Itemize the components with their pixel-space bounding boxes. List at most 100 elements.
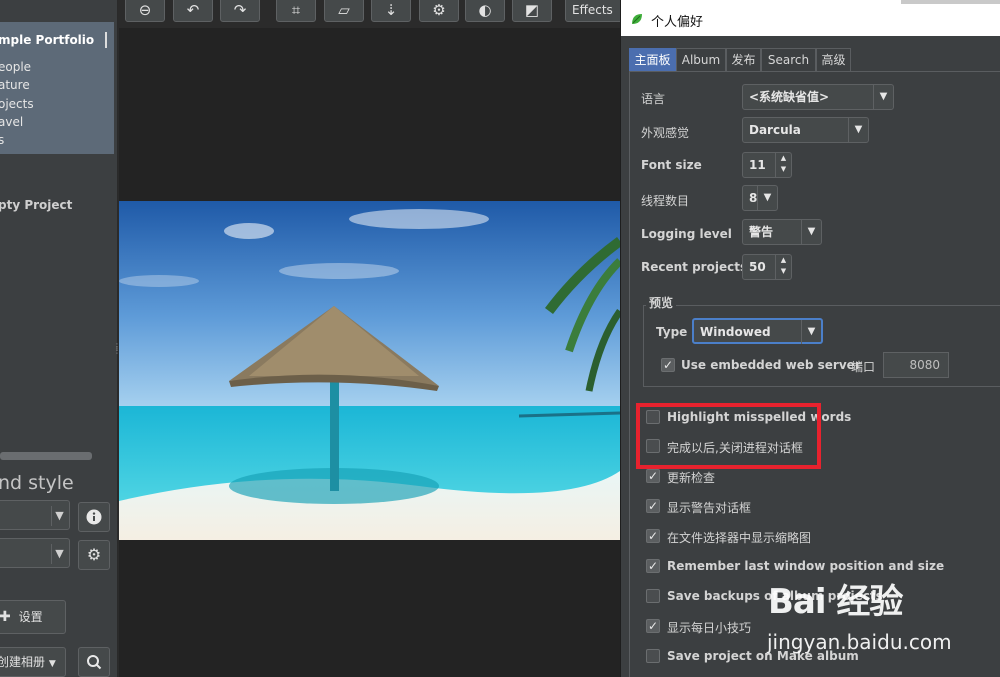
show-warnings-label: 显示警告对话框 — [667, 501, 752, 515]
tree-item-misc[interactable]: s — [0, 133, 4, 147]
tab-advanced[interactable]: 高级 — [816, 48, 851, 72]
chevron-down-icon: ▼ — [801, 220, 821, 244]
daily-tips-label: 显示每日小技巧 — [667, 621, 752, 635]
chevron-down-icon: ▼ — [757, 186, 777, 210]
chevron-down-icon: ▼ — [51, 506, 67, 526]
embedded-server-checkbox[interactable]: ✓ — [661, 358, 675, 372]
theme-settings-button[interactable]: ⚙ — [78, 540, 110, 570]
daily-tips-checkbox[interactable]: ✓ — [646, 619, 660, 633]
tree-item-travel[interactable]: avel — [0, 115, 23, 129]
show-warnings-checkbox[interactable]: ✓ — [646, 499, 660, 513]
recent-projects-label: Recent projects — [641, 260, 748, 274]
chevron-down-icon: ▼ — [873, 85, 893, 109]
remember-window-checkbox[interactable]: ✓ — [646, 559, 660, 573]
image-preview-area — [119, 28, 620, 677]
theme-dropdown[interactable]: ▼ — [0, 538, 70, 568]
spinner-arrows-icon[interactable]: ▲ ▼ — [775, 255, 791, 279]
language-select[interactable]: <系统缺省值> ▼ — [742, 84, 894, 110]
watermark-site: jingyan.baidu.com — [767, 630, 952, 654]
app-leaf-icon — [630, 11, 644, 25]
language-value: <系统缺省值> — [749, 90, 830, 104]
adjust-button[interactable]: ⚙ — [419, 0, 459, 22]
image-toolbar: ⊖ ↶ ↷ ⌗ ▱ ⇣ ⚙ ◐ ◩ Effects — [118, 0, 625, 28]
save-backups-checkbox[interactable] — [646, 589, 660, 603]
contrast-button[interactable]: ◐ — [465, 0, 505, 22]
contrast-icon: ◐ — [478, 1, 492, 19]
preview-type-select[interactable]: Windowed ▼ — [692, 318, 823, 344]
project-tree-root[interactable]: mple Portfolio — [0, 33, 94, 47]
show-thumbnails-label: 在文件选择器中显示缩略图 — [667, 531, 812, 545]
watermark-logo: Bai 经验 — [768, 582, 903, 622]
look-and-feel-label: 外观感觉 — [641, 126, 690, 140]
chevron-down-icon: ▼ — [801, 320, 821, 344]
settings-button[interactable]: ✚ 设置 — [0, 600, 66, 634]
logging-level-label: Logging level — [641, 227, 732, 241]
remember-window-label: Remember last window position and size — [667, 559, 945, 573]
annotation-highlight-box — [636, 403, 821, 469]
look-and-feel-select[interactable]: Darcula ▼ — [742, 117, 869, 143]
search-button[interactable] — [78, 647, 110, 677]
tree-item-empty-project[interactable]: pty Project — [0, 198, 72, 212]
zoom-out-button[interactable]: ⊖ — [125, 0, 165, 22]
rotate-left-icon: ↶ — [186, 1, 200, 19]
recent-projects-value: 50 — [749, 260, 766, 274]
tab-search[interactable]: Search — [761, 48, 816, 72]
rotate-right-icon: ↷ — [233, 1, 247, 19]
effects-button[interactable]: Effects — [565, 0, 625, 22]
dialog-titlebar[interactable]: 个人偏好 — [621, 0, 1000, 36]
port-input[interactable]: 8080 — [883, 352, 949, 378]
logging-level-select[interactable]: 警告 ▼ — [742, 219, 822, 245]
font-size-label: Font size — [641, 158, 702, 172]
album-sidebar: mple Portfolio eople ature ojects avel s… — [0, 0, 118, 677]
threads-label: 线程数目 — [641, 194, 690, 208]
tab-main[interactable]: 主面板 — [629, 48, 676, 72]
exposure-icon: ◩ — [524, 1, 540, 19]
section-title: nd style — [0, 472, 74, 494]
horizontal-scrollbar[interactable] — [0, 452, 92, 460]
preview-type-value: Windowed — [700, 325, 771, 339]
straighten-icon: ▱ — [338, 1, 350, 19]
save-on-make-checkbox[interactable] — [646, 649, 660, 663]
show-thumbnails-checkbox[interactable]: ✓ — [646, 529, 660, 543]
create-album-label: 创建相册 — [0, 655, 46, 669]
style-dropdown[interactable]: ▼ — [0, 500, 70, 530]
gear-icon: ⚙ — [86, 545, 102, 564]
preview-group-title: 预览 — [646, 294, 677, 311]
info-icon — [86, 509, 102, 529]
tree-divider — [105, 32, 107, 48]
preview-type-label: Type — [656, 325, 688, 339]
threads-select[interactable]: 8 ▼ — [742, 185, 778, 211]
tree-item-people[interactable]: eople — [0, 60, 31, 74]
beach-photo — [119, 201, 620, 540]
puzzle-icon: ✚ — [0, 609, 11, 625]
check-updates-checkbox[interactable]: ✓ — [646, 469, 660, 483]
tree-item-nature[interactable]: ature — [0, 78, 30, 92]
flip-button[interactable]: ⇣ — [371, 0, 411, 22]
spinner-arrows-icon[interactable]: ▲ ▼ — [775, 153, 791, 177]
crop-icon: ⌗ — [291, 1, 301, 19]
exposure-button[interactable]: ◩ — [512, 0, 552, 22]
chevron-down-icon: ▼ — [48, 659, 56, 669]
dialog-title: 个人偏好 — [651, 15, 704, 30]
chevron-down-icon: ▼ — [51, 544, 67, 564]
font-size-spinner[interactable]: 11 ▲ ▼ — [742, 152, 792, 178]
info-button[interactable] — [78, 502, 110, 532]
search-icon — [86, 655, 102, 674]
gear-icon: ⚙ — [432, 1, 446, 19]
tree-item-projects[interactable]: ojects — [0, 97, 34, 111]
chevron-down-icon: ▼ — [848, 118, 868, 142]
baidu-jingyan-watermark: Bai 经验 jingyan.baidu.com — [748, 572, 998, 672]
language-label: 语言 — [641, 92, 666, 106]
look-and-feel-value: Darcula — [749, 123, 801, 137]
embedded-server-label: Use embedded web server — [681, 358, 861, 372]
recent-projects-spinner[interactable]: 50 ▲ ▼ — [742, 254, 792, 280]
tab-publish[interactable]: 发布 — [726, 48, 761, 72]
rotate-right-button[interactable]: ↷ — [220, 0, 260, 22]
tab-album[interactable]: Album — [676, 48, 726, 72]
minus-icon: ⊖ — [138, 1, 152, 19]
straighten-button[interactable]: ▱ — [324, 0, 364, 22]
crop-button[interactable]: ⌗ — [276, 0, 316, 22]
logging-level-value: 警告 — [749, 225, 774, 239]
rotate-left-button[interactable]: ↶ — [173, 0, 213, 22]
create-album-button[interactable]: 创建相册 ▼ — [0, 647, 66, 677]
